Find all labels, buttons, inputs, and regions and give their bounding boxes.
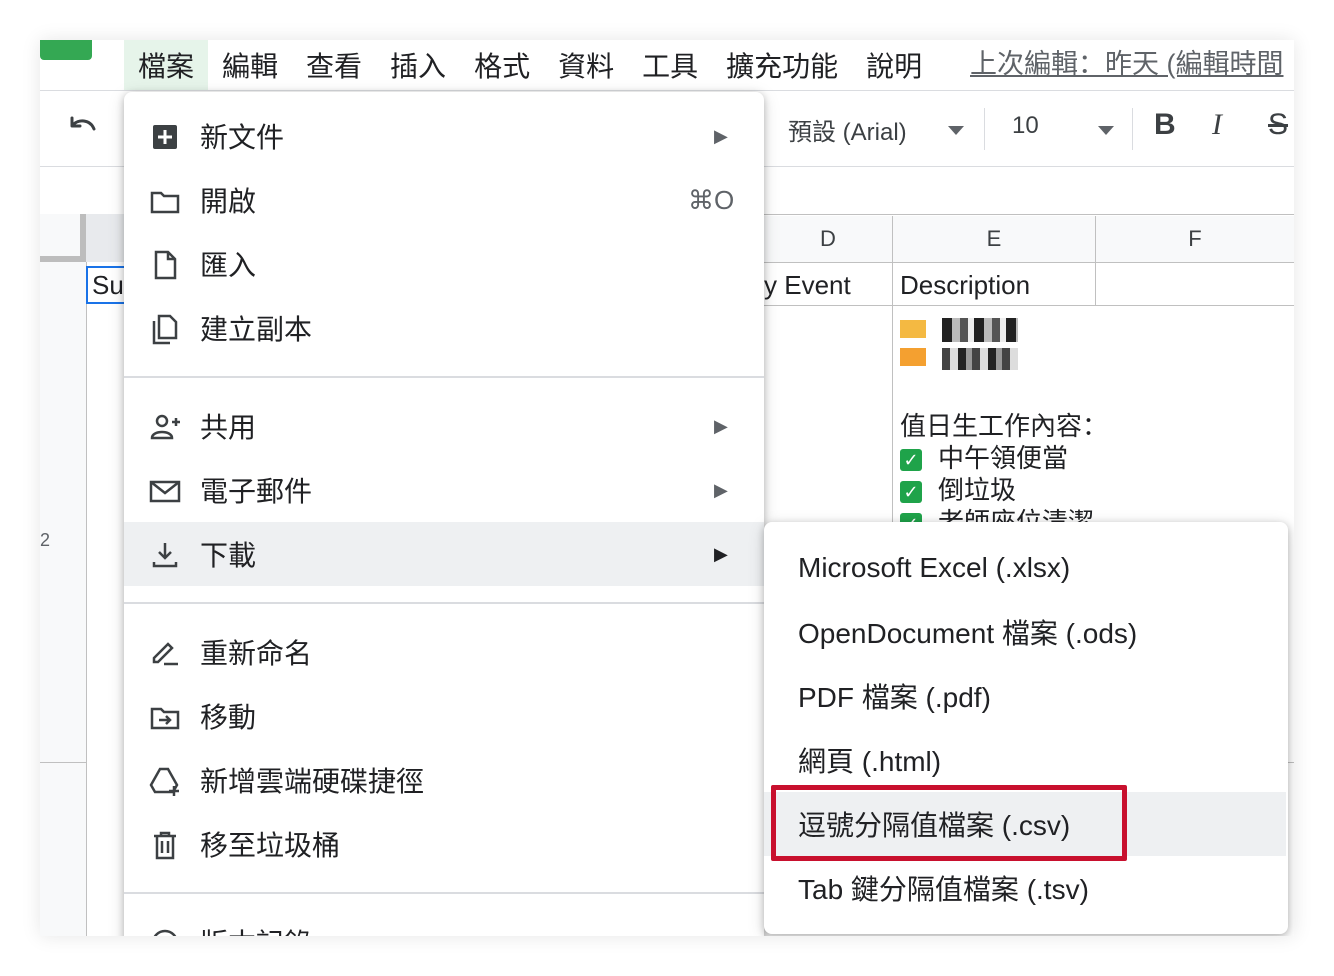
last-edit-link[interactable]: 上次編輯：昨天 (編輯時間 xyxy=(970,42,1284,81)
chevron-down-icon[interactable] xyxy=(1098,126,1114,135)
submenu-item-label: OpenDocument 檔案 (.ods) xyxy=(798,618,1138,649)
menu-tools[interactable]: 工具 xyxy=(628,40,712,90)
menu-file[interactable]: 檔案 xyxy=(124,40,209,90)
menu-item-version-history[interactable]: 版本記錄 ▶ xyxy=(124,910,764,936)
cell-d1[interactable]: y Event xyxy=(764,270,851,301)
row-divider xyxy=(40,762,86,763)
menu-item-new[interactable]: 新文件 ▶ xyxy=(124,104,764,168)
submenu-item-label: PDF 檔案 (.pdf) xyxy=(798,682,991,713)
menu-separator xyxy=(124,376,764,378)
folder-icon xyxy=(150,191,180,214)
share-person-icon xyxy=(150,414,180,440)
submenu-arrow-icon: ▶ xyxy=(714,125,728,146)
grid-line xyxy=(764,305,1294,306)
row-number: 2 xyxy=(40,530,51,550)
menu-item-rename[interactable]: 重新命名 xyxy=(124,620,764,684)
menu-item-label: 建立副本 xyxy=(200,314,313,345)
strikethrough-button[interactable]: S xyxy=(1268,108,1288,142)
menu-item-label: 移動 xyxy=(200,702,257,733)
grid-line xyxy=(1095,262,1096,306)
mail-icon xyxy=(149,480,181,503)
font-family-select[interactable]: 預設 (Arial) xyxy=(788,112,907,147)
menu-item-download[interactable]: 下載 ▶ xyxy=(124,522,764,586)
menu-extensions[interactable]: 擴充功能 xyxy=(712,40,852,90)
menu-item-label: 版本記錄 xyxy=(200,922,312,936)
file-icon xyxy=(154,250,177,280)
menu-format[interactable]: 格式 xyxy=(460,40,544,90)
submenu-arrow-icon: ▶ xyxy=(714,415,728,436)
file-menu: 新文件 ▶ 開啟 ⌘O 匯入 建立副本 共用 ▶ 電子郵件 ▶ 下載 ▶ 重新命… xyxy=(124,92,764,936)
row-header-strip xyxy=(40,262,87,936)
toolbar-separator xyxy=(984,108,985,150)
menu-data[interactable]: 資料 xyxy=(544,40,628,90)
submenu-item-label: Microsoft Excel (.xlsx) xyxy=(798,552,1071,583)
submenu-item-label: 網頁 (.html) xyxy=(798,746,942,777)
menu-item-label: 重新命名 xyxy=(200,638,313,669)
download-html[interactable]: 網頁 (.html) xyxy=(764,728,1286,792)
menu-bar: 檔案 編輯 查看 插入 格式 資料 工具 擴充功能 說明 xyxy=(124,40,936,90)
move-folder-icon xyxy=(150,707,180,730)
grid-line xyxy=(1288,762,1294,763)
menu-item-email[interactable]: 電子郵件 ▶ xyxy=(124,458,764,522)
download-xlsx[interactable]: Microsoft Excel (.xlsx) xyxy=(764,536,1286,600)
sheets-window: 檔案 編輯 查看 插入 格式 資料 工具 擴充功能 說明 上次編輯：昨天 (編輯… xyxy=(40,40,1294,936)
check-icon: ✓ xyxy=(900,449,922,472)
menu-insert[interactable]: 插入 xyxy=(376,40,460,90)
column-header-f[interactable]: F xyxy=(1096,216,1294,263)
menu-item-copy[interactable]: 建立副本 xyxy=(124,296,764,360)
trash-icon xyxy=(154,831,176,860)
pixelated-image xyxy=(898,316,1028,374)
shortcut-label: ⌘O xyxy=(688,184,735,215)
menu-item-label: 移至垃圾桶 xyxy=(200,830,341,861)
menu-item-label: 新文件 xyxy=(200,122,285,153)
history-icon xyxy=(153,929,177,936)
toolbar-separator xyxy=(1132,108,1133,150)
download-submenu: Microsoft Excel (.xlsx) OpenDocument 檔案 … xyxy=(764,522,1288,934)
highlight-box xyxy=(771,785,1127,861)
download-pdf[interactable]: PDF 檔案 (.pdf) xyxy=(764,664,1286,728)
menu-separator xyxy=(124,892,764,894)
menu-item-trash[interactable]: 移至垃圾桶 xyxy=(124,812,764,876)
submenu-item-label: Tab 鍵分隔值檔案 (.tsv) xyxy=(798,874,1089,905)
submenu-arrow-icon: ▶ xyxy=(714,479,728,500)
download-tsv[interactable]: Tab 鍵分隔值檔案 (.tsv) xyxy=(764,856,1286,920)
app-logo[interactable] xyxy=(40,40,92,60)
menu-item-label: 新增雲端硬碟捷徑 xyxy=(200,766,425,797)
menu-item-move[interactable]: 移動 xyxy=(124,684,764,748)
italic-button[interactable]: I xyxy=(1212,108,1222,142)
column-header-d[interactable]: D xyxy=(764,216,893,263)
undo-icon[interactable] xyxy=(64,112,100,148)
menu-item-label: 開啟 xyxy=(200,186,257,217)
drive-shortcut-icon xyxy=(149,767,179,796)
menu-item-label: 電子郵件 xyxy=(200,476,313,507)
rename-icon xyxy=(152,642,178,666)
new-doc-icon xyxy=(153,125,177,149)
column-header-strip xyxy=(86,214,126,262)
menu-item-add-shortcut[interactable]: 新增雲端硬碟捷徑 xyxy=(124,748,764,812)
check-icon: ✓ xyxy=(900,481,922,504)
menu-separator xyxy=(124,602,764,604)
menu-help[interactable]: 說明 xyxy=(852,40,936,90)
menu-item-label: 共用 xyxy=(200,412,257,443)
menu-edit[interactable]: 編輯 xyxy=(208,40,292,90)
menu-item-open[interactable]: 開啟 ⌘O xyxy=(124,168,764,232)
chevron-down-icon[interactable] xyxy=(948,126,964,135)
download-ods[interactable]: OpenDocument 檔案 (.ods) xyxy=(764,600,1286,664)
menu-item-share[interactable]: 共用 ▶ xyxy=(124,394,764,458)
divider xyxy=(40,90,1294,91)
menu-view[interactable]: 查看 xyxy=(292,40,376,90)
menu-item-import[interactable]: 匯入 xyxy=(124,232,764,296)
font-size-select[interactable]: 10 xyxy=(1012,112,1039,140)
column-header-e[interactable]: E xyxy=(893,216,1096,263)
cell-e1[interactable]: Description xyxy=(900,270,1030,301)
menu-item-label: 匯入 xyxy=(200,250,257,281)
select-all-corner[interactable] xyxy=(40,214,86,262)
submenu-arrow-icon: ▶ xyxy=(714,932,728,937)
submenu-arrow-icon: ▶ xyxy=(714,543,728,564)
bold-button[interactable]: B xyxy=(1154,108,1176,142)
copy-icon xyxy=(152,314,178,345)
download-icon xyxy=(152,543,178,568)
menu-item-label: 下載 xyxy=(200,540,257,571)
